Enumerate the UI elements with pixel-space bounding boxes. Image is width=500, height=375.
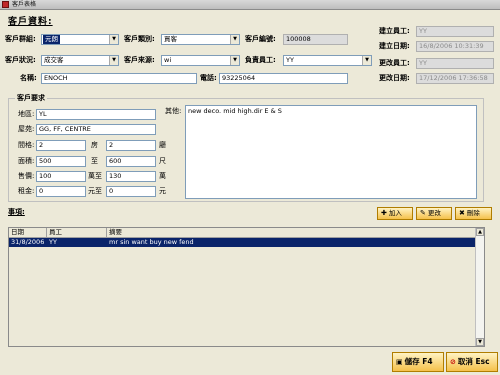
customer-status-select[interactable]: 成交客 ▼: [41, 55, 119, 66]
district-label: 地區:: [18, 110, 35, 118]
vertical-scrollbar[interactable]: ▲ ▼: [475, 228, 484, 346]
customer-category-select[interactable]: 買客 ▼: [161, 34, 240, 45]
price-to-label: 萬至: [88, 172, 102, 180]
rent-from-field[interactable]: 0: [36, 186, 86, 197]
customer-group-select[interactable]: 元朗 ▼: [41, 34, 119, 45]
area-to-field[interactable]: 600: [106, 156, 156, 167]
add-event-button[interactable]: ✚ 加入: [377, 207, 413, 220]
halls-field[interactable]: 2: [106, 140, 156, 151]
rent-unit: 元: [159, 187, 166, 195]
column-header-date[interactable]: 日期: [9, 228, 47, 237]
area-to-label: 至: [91, 157, 98, 165]
customer-source-label: 客戶來源:: [124, 56, 155, 64]
customer-status-label: 客戶狀況:: [5, 56, 36, 64]
modified-date-label: 更改日期:: [379, 74, 410, 82]
events-table[interactable]: 日期 員工 摘要 31/8/2006 YY mr sin want buy ne…: [8, 227, 485, 347]
price-unit: 萬: [159, 172, 166, 180]
page-title: 客戶資料:: [8, 17, 53, 27]
scroll-down-icon[interactable]: ▼: [476, 338, 484, 346]
phone-field[interactable]: 93225064: [219, 73, 348, 84]
row-staff: YY: [49, 238, 57, 246]
estate-label: 屋苑:: [18, 125, 35, 133]
rent-to-field[interactable]: 0: [106, 186, 156, 197]
area-label: 面積:: [18, 157, 35, 165]
chevron-down-icon[interactable]: ▼: [109, 35, 118, 44]
created-by-field: YY: [416, 26, 494, 37]
chevron-down-icon[interactable]: ▼: [109, 56, 118, 65]
customer-number-label: 客戶編號:: [245, 35, 276, 43]
halls-unit: 廳: [159, 141, 166, 149]
cancel-icon: ⊘: [450, 358, 456, 366]
edit-event-button[interactable]: ✎ 更改: [416, 207, 452, 220]
edit-icon: ✎: [420, 209, 426, 217]
estate-field[interactable]: GG, FF, CENTRE: [36, 124, 156, 135]
table-row[interactable]: 31/8/2006 YY mr sin want buy new fend: [9, 238, 477, 247]
add-icon: ✚: [381, 209, 387, 217]
created-by-label: 建立員工:: [379, 27, 410, 35]
customer-source-select[interactable]: wi ▼: [161, 55, 240, 66]
phone-label: 電話:: [200, 74, 217, 82]
rent-to-label: 元至: [88, 187, 102, 195]
rooms-label: 間格:: [18, 141, 35, 149]
row-date: 31/8/2006: [11, 238, 45, 246]
events-table-header: 日期 員工 摘要: [9, 228, 484, 238]
other-label: 其他:: [165, 107, 182, 115]
chevron-down-icon[interactable]: ▼: [230, 35, 239, 44]
modified-date-field: 17/12/2006 17:36:58: [416, 73, 494, 84]
requirements-group-label: 客戶要求: [15, 93, 47, 103]
column-header-staff[interactable]: 員工: [47, 228, 107, 237]
chevron-down-icon[interactable]: ▼: [362, 56, 371, 65]
rooms-unit: 房: [91, 141, 98, 149]
scroll-up-icon[interactable]: ▲: [476, 228, 484, 236]
save-button[interactable]: ▣ 儲存 F4: [392, 352, 444, 372]
district-field[interactable]: YL: [36, 109, 156, 120]
created-date-label: 建立日期:: [379, 42, 410, 50]
customer-category-label: 客戶類別:: [124, 35, 155, 43]
area-unit: 尺: [159, 157, 166, 165]
price-to-field[interactable]: 130: [106, 171, 156, 182]
price-from-field[interactable]: 100: [36, 171, 86, 182]
window-title: 客戶表格: [12, 1, 37, 8]
rooms-field[interactable]: 2: [36, 140, 86, 151]
name-label: 名稱:: [20, 74, 37, 82]
staff-in-charge-label: 負責員工:: [245, 56, 276, 64]
created-date-field: 16/8/2006 10:31:39: [416, 41, 494, 52]
save-icon: ▣: [396, 358, 403, 366]
cancel-button[interactable]: ⊘ 取消 Esc: [446, 352, 498, 372]
title-bar: 客戶表格: [0, 0, 500, 10]
modified-by-field: YY: [416, 58, 494, 69]
delete-event-button[interactable]: ✖ 刪除: [455, 207, 492, 220]
chevron-down-icon[interactable]: ▼: [230, 56, 239, 65]
column-header-summary[interactable]: 摘要: [107, 228, 477, 237]
price-label: 售價:: [18, 172, 35, 180]
name-field[interactable]: ENOCH: [41, 73, 197, 84]
area-from-field[interactable]: 500: [36, 156, 86, 167]
app-icon: [2, 1, 9, 8]
row-summary: mr sin want buy new fend: [109, 238, 194, 246]
other-requirements-textarea[interactable]: new deco. mid high.dir E & S: [185, 105, 477, 199]
customer-group-label: 客戶群組:: [5, 35, 36, 43]
modified-by-label: 更改員工:: [379, 59, 410, 67]
events-label: 事項:: [8, 208, 25, 216]
delete-icon: ✖: [459, 209, 465, 217]
staff-in-charge-select[interactable]: YY ▼: [283, 55, 372, 66]
customer-number-field: 100008: [283, 34, 348, 45]
rent-label: 租金:: [18, 187, 35, 195]
